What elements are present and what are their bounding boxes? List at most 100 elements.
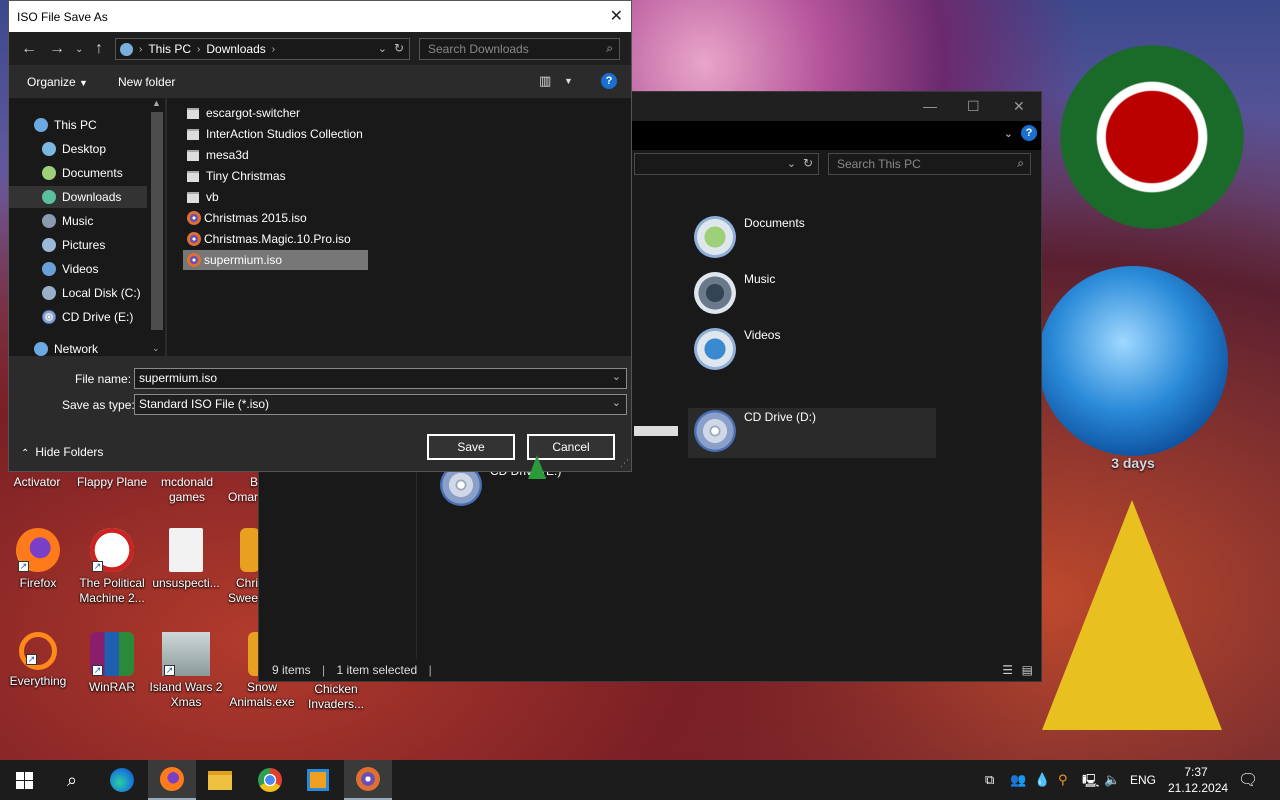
search-input[interactable]: Search Downloads ⌕ xyxy=(419,38,620,60)
this-pc-location-icon xyxy=(120,42,133,56)
desktop-icon-political-machine[interactable]: ↗ The Political Machine 2... xyxy=(74,528,150,606)
minimize-button[interactable]: — xyxy=(923,98,937,114)
new-folder-button[interactable]: New folder xyxy=(118,75,175,89)
hide-folders-label: Hide Folders xyxy=(35,445,104,459)
explorer-search-input[interactable]: Search This PC ⌕ xyxy=(828,153,1031,175)
taskbar-chrome[interactable] xyxy=(246,760,294,800)
network-icon[interactable]: 🖳 xyxy=(1082,772,1099,794)
desktop-icon-island-wars[interactable]: ↗ Island Wars 2 Xmas xyxy=(148,632,224,710)
save-type-select[interactable]: Standard ISO File (*.iso) ⌄ xyxy=(134,394,627,415)
large-icons-view-icon[interactable]: ▤ xyxy=(1022,663,1033,677)
help-icon[interactable]: ? xyxy=(1021,125,1037,141)
file-name: InterAction Studios Collection xyxy=(206,127,363,141)
tree-item-documents[interactable]: Documents xyxy=(9,162,147,184)
desktop-icon-label: Firefox xyxy=(19,576,57,590)
tree-item-downloads[interactable]: Downloads xyxy=(9,186,147,208)
clock[interactable]: 7:37 21.12.2024 xyxy=(1168,764,1228,796)
chevron-down-icon[interactable]: ⌄ xyxy=(612,370,621,383)
everything-tray-icon[interactable]: ⚲ xyxy=(1058,772,1068,788)
file-name-field[interactable]: supermium.iso ⌄ xyxy=(134,368,627,389)
taskbar-iso-app[interactable] xyxy=(344,760,392,800)
desktop-icon-everything[interactable]: ↗ Everything xyxy=(0,632,76,689)
explorer-address-bar[interactable]: ⌄ ↻ xyxy=(634,153,819,175)
forward-arrow-icon[interactable]: → xyxy=(49,40,65,58)
organize-label: Organize xyxy=(27,75,76,89)
desktop-icon-chri-swee[interactable]: Chri Swee xyxy=(226,528,258,606)
close-button[interactable]: ✕ xyxy=(1013,98,1025,115)
desktop-icon-unsuspecti[interactable]: unsuspecti... xyxy=(148,528,224,591)
view-dropdown-icon[interactable]: ▼ xyxy=(564,76,573,86)
tree-item-local-disk-c[interactable]: Local Disk (C:) xyxy=(9,282,147,304)
this-pc-icon xyxy=(34,118,48,132)
save-as-dialog[interactable]: ISO File Save As ✕ ← → ⌄ ↑ › This PC › D… xyxy=(8,0,632,472)
desktop-icon-winrar[interactable]: ↗ WinRAR xyxy=(74,632,150,695)
desktop-icon-flappy-plane[interactable]: Flappy Plane xyxy=(74,475,150,490)
desktop-icon-mcdonald-games[interactable]: mcdonald games xyxy=(150,475,224,505)
tree-item-music[interactable]: Music xyxy=(9,210,147,232)
volume-muted-icon[interactable]: 🔈 xyxy=(1104,772,1120,788)
address-dropdown-icon[interactable]: ⌄ xyxy=(787,157,796,170)
tree-item-desktop[interactable]: Desktop xyxy=(9,138,147,160)
explorer-item-videos[interactable]: Videos xyxy=(694,328,780,370)
scroll-down-icon[interactable]: ⌄ xyxy=(152,343,160,354)
desktop-icon-b-omar[interactable]: B Omar xyxy=(226,475,258,505)
firefox-icon xyxy=(160,767,184,791)
list-item[interactable]: Christmas.Magic.10.Pro.iso xyxy=(183,229,355,249)
chevron-down-icon[interactable]: ⌄ xyxy=(612,396,621,409)
explorer-item-documents[interactable]: Documents xyxy=(694,216,805,258)
desktop-icon-chicken-invaders[interactable]: Chicken Invaders... xyxy=(298,682,374,712)
desktop-icon-firefox[interactable]: ↗ Firefox xyxy=(0,528,76,591)
details-view-icon[interactable]: ☰ xyxy=(1002,663,1013,677)
save-button[interactable]: Save xyxy=(427,434,515,460)
tree-scrollbar[interactable]: ▲ ⌄ xyxy=(149,98,165,356)
start-button[interactable] xyxy=(0,760,48,800)
resize-grip-icon[interactable]: ⋰ xyxy=(620,458,629,469)
scrollbar-thumb[interactable] xyxy=(151,112,163,330)
ribbon-expand-icon[interactable]: ⌄ xyxy=(1004,127,1013,140)
maximize-button[interactable]: ☐ xyxy=(967,98,980,115)
island-wars-icon: ↗ xyxy=(162,632,210,676)
view-options-icon[interactable]: ▥ xyxy=(539,73,551,89)
tree-item-videos[interactable]: Videos xyxy=(9,258,147,280)
up-arrow-icon[interactable]: ↑ xyxy=(95,40,103,58)
close-icon[interactable]: ✕ xyxy=(610,6,623,26)
desktop-icon-activator[interactable]: Activator xyxy=(6,475,68,490)
hide-folders-button[interactable]: ⌃ Hide Folders xyxy=(21,445,103,459)
back-arrow-icon[interactable]: ← xyxy=(21,40,37,58)
notification-icon[interactable]: 🗨 xyxy=(1238,770,1258,790)
task-view-icon[interactable]: ⧉ xyxy=(985,772,994,788)
iso-file-icon xyxy=(187,232,201,246)
refresh-icon[interactable]: ↻ xyxy=(803,156,813,170)
explorer-item-music[interactable]: Music xyxy=(694,272,775,314)
taskbar-virtual-machine[interactable] xyxy=(294,760,342,800)
list-item[interactable]: vb xyxy=(183,187,223,207)
address-bar[interactable]: › This PC › Downloads › ⌄ ↻ xyxy=(115,38,410,60)
list-item[interactable]: Tiny Christmas xyxy=(183,166,290,186)
help-icon[interactable]: ? xyxy=(601,73,617,89)
recent-locations-chevron-icon[interactable]: ⌄ xyxy=(75,44,83,55)
address-dropdown-icon[interactable]: ⌄ xyxy=(378,42,387,55)
water-drop-icon[interactable]: 💧 xyxy=(1034,772,1050,788)
tree-item-pictures[interactable]: Pictures xyxy=(9,234,147,256)
list-item[interactable]: mesa3d xyxy=(183,145,253,165)
dialog-bottom-pane: File name: supermium.iso ⌄ Save as type:… xyxy=(9,356,631,471)
people-icon[interactable]: 👥 xyxy=(1010,772,1026,788)
list-item-selected[interactable]: supermium.iso xyxy=(183,250,368,270)
language-indicator[interactable]: ENG xyxy=(1130,773,1156,787)
organize-button[interactable]: Organize ▼ xyxy=(27,75,88,89)
scroll-up-icon[interactable]: ▲ xyxy=(152,98,161,108)
tree-item-cd-drive-e[interactable]: CD Drive (E:) xyxy=(9,306,147,328)
list-item[interactable]: InterAction Studios Collection xyxy=(183,124,367,144)
taskbar-file-explorer[interactable] xyxy=(196,760,244,800)
explorer-item-cd-drive-d[interactable]: CD Drive (D:) xyxy=(688,408,936,458)
storage-usage-bar xyxy=(634,426,678,436)
taskbar-edge[interactable] xyxy=(98,760,146,800)
tree-item-this-pc[interactable]: This PC xyxy=(9,114,147,136)
list-item[interactable]: escargot-switcher xyxy=(183,103,304,123)
refresh-icon[interactable]: ↻ xyxy=(394,41,404,55)
list-item[interactable]: Christmas 2015.iso xyxy=(183,208,311,228)
taskbar-search-button[interactable]: ⌕ xyxy=(48,760,96,800)
taskbar-firefox[interactable] xyxy=(148,760,196,800)
breadcrumb-this-pc[interactable]: This PC xyxy=(148,42,191,56)
breadcrumb-downloads[interactable]: Downloads xyxy=(206,42,265,56)
